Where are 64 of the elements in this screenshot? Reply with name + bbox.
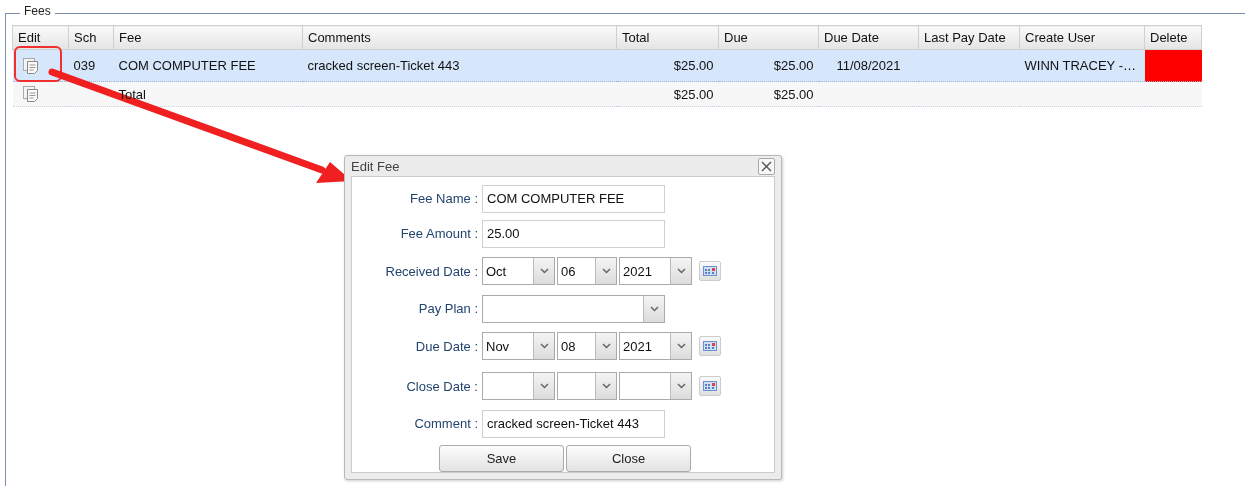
table-cell: Total xyxy=(118,86,146,102)
column-header[interactable]: Due Date xyxy=(818,25,919,50)
column-header[interactable]: Comments xyxy=(302,25,617,50)
input-field[interactable]: COM COMPUTER FEE xyxy=(482,184,665,213)
delete-cell[interactable] xyxy=(1144,49,1202,82)
dropdown[interactable] xyxy=(482,294,665,323)
caret-icon xyxy=(649,305,659,312)
field-label: Due Date : xyxy=(414,338,478,354)
dialog-button[interactable]: Save xyxy=(439,445,564,472)
section-legend: Fees xyxy=(20,4,55,18)
calendar-icon[interactable] xyxy=(699,261,721,281)
table-cell: WINN TRACEY -… xyxy=(1024,58,1136,73)
column-header[interactable]: Delete xyxy=(1144,25,1202,50)
calendar-icon[interactable] xyxy=(699,336,721,356)
caret-icon xyxy=(676,383,686,389)
field-label: Close Date : xyxy=(405,378,478,394)
table-cell: 039 xyxy=(73,58,96,73)
caret-icon xyxy=(539,268,549,274)
table-cell: $25.00 xyxy=(673,58,714,73)
column-header[interactable]: Due xyxy=(718,25,819,50)
column-header[interactable]: Fee xyxy=(113,25,303,50)
field-label: Received Date : xyxy=(384,263,478,279)
column-header[interactable]: Create User xyxy=(1019,25,1145,50)
close-icon[interactable] xyxy=(758,157,775,175)
column-header[interactable]: Edit xyxy=(12,25,69,50)
caret-icon xyxy=(539,343,549,349)
note-icon[interactable] xyxy=(21,56,40,75)
highlight-frame xyxy=(14,46,62,82)
column-header[interactable]: Last Pay Date xyxy=(918,25,1020,50)
table-cell: COM COMPUTER FEE xyxy=(118,58,256,73)
dialog-title: Edit Fee xyxy=(351,158,400,174)
input-field[interactable]: 25.00 xyxy=(482,219,665,248)
month-select[interactable]: Nov xyxy=(482,332,555,360)
table-cell: 11/08/2021 xyxy=(836,58,901,73)
day-select[interactable]: 06 xyxy=(557,257,617,285)
month-select[interactable] xyxy=(482,372,555,400)
table-cell: cracked screen-Ticket 443 xyxy=(307,58,460,73)
caret-icon xyxy=(601,343,611,349)
note-icon[interactable] xyxy=(21,85,40,103)
field-label: Pay Plan : xyxy=(417,301,478,316)
table-row[interactable]: 039 COM COMPUTER FEE cracked screen-Ticket 443 $25.00 $25.00 11/08/2021 WINN TRACEY -… xyxy=(12,49,1202,82)
month-select[interactable]: Oct xyxy=(482,257,555,285)
field-label: Fee Name : xyxy=(409,191,478,206)
table-cell: $25.00 xyxy=(673,86,714,102)
input-field[interactable]: cracked screen-Ticket 443 xyxy=(482,409,665,438)
field-label: Comment : xyxy=(413,416,478,431)
caret-icon xyxy=(676,343,686,349)
column-header[interactable]: Total xyxy=(616,25,719,50)
calendar-icon[interactable] xyxy=(699,376,721,396)
caret-icon xyxy=(676,268,686,274)
caret-icon xyxy=(539,383,549,389)
caret-icon xyxy=(601,383,611,389)
year-select[interactable]: 2021 xyxy=(619,332,692,360)
day-select[interactable]: 08 xyxy=(557,332,617,360)
year-select[interactable] xyxy=(619,372,692,400)
caret-icon xyxy=(601,268,611,274)
year-select[interactable]: 2021 xyxy=(619,257,692,285)
field-label: Fee Amount : xyxy=(399,226,478,241)
day-select[interactable] xyxy=(557,372,617,400)
column-header[interactable]: Sch xyxy=(68,25,114,50)
table-cell: $25.00 xyxy=(773,58,814,73)
table-cell: $25.00 xyxy=(773,86,814,102)
dialog-button[interactable]: Close xyxy=(566,445,691,472)
table-row[interactable]: Total $25.00 $25.00 xyxy=(12,81,1202,107)
